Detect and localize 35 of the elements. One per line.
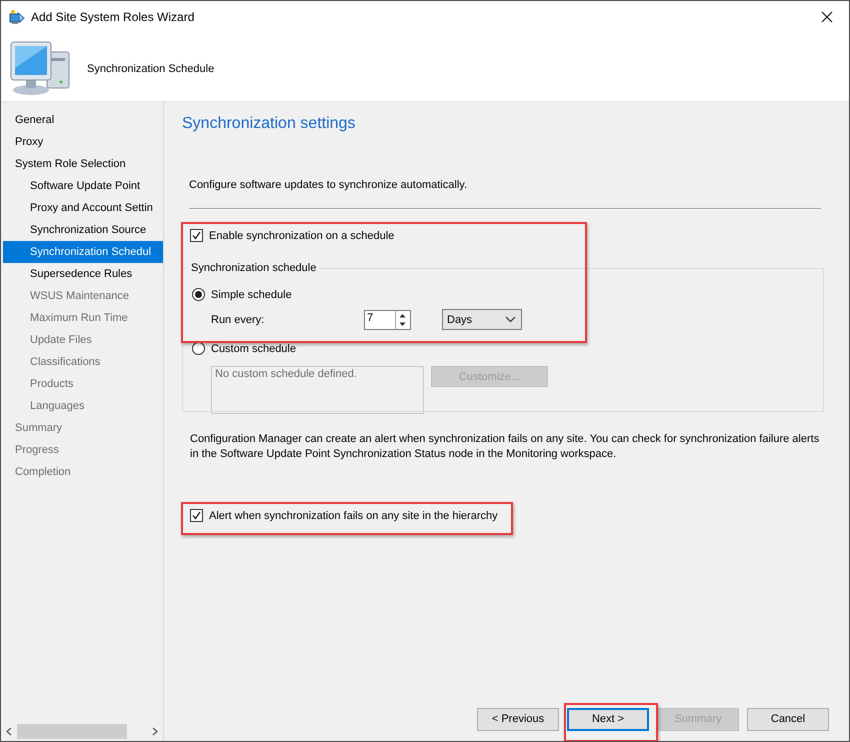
sidebar-item[interactable]: Synchronization Schedul: [3, 241, 163, 263]
scrollbar-thumb[interactable]: [17, 724, 127, 739]
checkmark-icon: [192, 231, 201, 240]
wizard-button[interactable]: < Previous: [477, 708, 559, 730]
sidebar-item[interactable]: Proxy: [3, 131, 163, 153]
checkbox-label: Alert when synchronization fails on any site in the hierarchy: [209, 510, 498, 522]
number-spinner[interactable]: 7: [364, 310, 411, 330]
checkbox[interactable]: [190, 509, 203, 522]
description-text: Configure software updates to synchronize automatically.: [189, 179, 468, 191]
sidebar-item[interactable]: Synchronization Source: [3, 219, 163, 241]
wizard-button[interactable]: Cancel: [747, 708, 829, 730]
radio-button[interactable]: [192, 342, 205, 355]
close-icon: [821, 11, 833, 23]
sidebar-item[interactable]: System Role Selection: [3, 153, 163, 175]
radio-button[interactable]: [192, 288, 205, 301]
sidebar-item[interactable]: General: [3, 109, 163, 131]
wizard-button[interactable]: Next >: [567, 708, 649, 730]
app-icon: [9, 9, 25, 25]
window-title: Add Site System Roles Wizard: [31, 10, 196, 24]
radio-label: Custom schedule: [211, 342, 296, 354]
section-heading: Synchronization settings: [182, 115, 356, 133]
schedule-text-box: No custom schedule defined.: [211, 366, 424, 414]
field-label: Run every:: [211, 314, 266, 326]
checkmark-icon: [192, 511, 201, 520]
checkbox[interactable]: [190, 229, 203, 242]
sidebar-item[interactable]: Proxy and Account Settin: [3, 197, 163, 219]
sidebar-item[interactable]: Supersedence Rules: [3, 263, 163, 285]
unit-dropdown[interactable]: Days: [442, 309, 522, 330]
checkbox-label: Enable synchronization on a schedule: [209, 230, 394, 242]
page-title: Synchronization Schedule: [87, 63, 214, 75]
radio-label: Simple schedule: [211, 288, 292, 300]
sidebar-item[interactable]: Software Update Point: [3, 175, 163, 197]
group-label: Synchronization schedule: [190, 262, 318, 274]
info-text: Configuration Manager can create an alert when synchronization fails on any site. You can check for synchronization failure alerts in the Software Update Point Synchronization Status node in the Monitoring workspace.: [190, 432, 820, 462]
chevron-down-icon: [505, 316, 516, 323]
